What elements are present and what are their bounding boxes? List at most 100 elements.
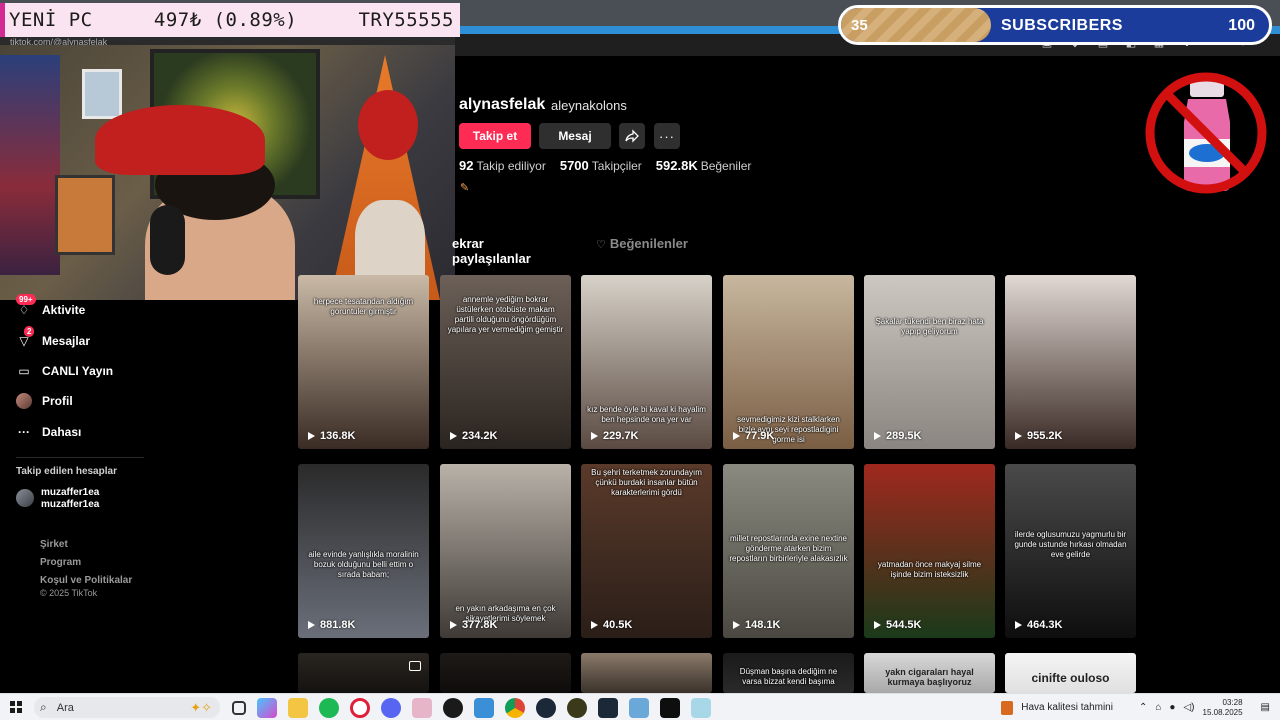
view-count-text: 229.7K [603,430,639,442]
video-card[interactable]: annemle yediğim bokrar üstülerken otobüs… [440,275,571,449]
search-icon: ⌕ [40,700,47,714]
share-icon [625,129,639,143]
microphone-icon[interactable]: ● [1169,702,1175,713]
sidebar-item-activity[interactable]: ♢ 99+ Aktivite [16,294,85,318]
chevron-up-icon[interactable]: ⌃ [1139,702,1147,713]
view-count: 955.2K [1015,430,1062,442]
followed-accounts-title: Takip edilen hesaplar [16,466,117,477]
tab-reposts[interactable]: ekrar paylaşılanlar [452,236,552,277]
sidebar-item-profile[interactable]: Profil [16,393,73,409]
video-card[interactable]: Şakalar tükendi ben biraz hata yapıp gel… [864,275,995,449]
heart-outline-icon: ♡ [596,239,606,251]
video-card[interactable]: yatmadan önce makyaj silme işinde bizim … [864,464,995,638]
video-card[interactable]: millet repostlarında exine nextine gönde… [723,464,854,638]
photo-icon [409,661,421,671]
obs-icon[interactable] [443,698,463,718]
search-placeholder: Ara [56,701,74,714]
followed-account[interactable]: muzaffer1ea muzaffer1ea [16,487,99,511]
footer-link-company[interactable]: Şirket [40,536,132,554]
network-icon[interactable]: ⌂ [1155,702,1161,713]
video-card[interactable] [298,653,429,693]
follow-button[interactable]: Takip et [459,123,531,149]
app-icon[interactable] [474,698,494,718]
play-icon [1015,432,1022,440]
tab-liked[interactable]: ♡ Beğenilenler [596,236,688,277]
video-caption: Şakalar tükendi ben biraz hata yapıp gel… [875,317,984,336]
sidebar-footer-links: Şirket Program Koşul ve Politikalar [40,536,132,590]
video-card[interactable]: 955.2K [1005,275,1136,449]
file-explorer-icon[interactable] [288,698,308,718]
weather-text[interactable]: Hava kalitesi tahmini [1021,702,1113,713]
clock[interactable]: 03:28 15.08.2025 [1203,698,1243,718]
footer-link-program[interactable]: Program [40,554,132,572]
more-options-button[interactable]: ··· [654,123,680,149]
following-stat[interactable]: 92 Takip ediliyor [459,158,546,173]
weather-icon[interactable] [1001,700,1014,715]
taskbar-search[interactable]: ⌕ Ara ✦✧ [34,697,220,718]
video-caption: ilerde oglusumuzu yagmurlu bir gunde ust… [1014,530,1127,559]
app-icon[interactable] [567,698,587,718]
app-icon[interactable] [412,698,432,718]
message-button[interactable]: Mesaj [539,123,611,149]
share-button[interactable] [619,123,645,149]
screen: ▣ ◆ ▤ ◧ ▦ ✚ ≡ ● YENİ PC 497₺ (0.89%) TRY… [0,0,1280,720]
ellipsis-icon: ··· [659,128,675,144]
video-card[interactable]: Düşman başına dediğim ne varsa bizzat ke… [723,653,854,693]
opera-icon[interactable] [350,698,370,718]
video-card[interactable]: aile evinde yanlışlıkla moralinin bozuk … [298,464,429,638]
profile-stats: 92 Takip ediliyor 5700 Takipçiler 592.8K Be… [459,158,751,173]
view-count: 148.1K [733,619,780,631]
spotify-icon[interactable] [319,698,339,718]
video-card[interactable]: cinifte ouloso [1005,653,1136,693]
volume-icon[interactable]: ◁) [1183,702,1194,713]
view-count: 289.5K [874,430,921,442]
taskbar-apps [232,698,711,718]
wall-poster [0,55,60,275]
sidebar-item-messages[interactable]: ▽ 2 Mesajlar [16,326,90,349]
copilot-icon[interactable] [257,698,277,718]
profile-avatar-icon [16,393,32,409]
video-card[interactable]: Bu şehri terketmek zorundayım çünkü burd… [581,464,712,638]
app-icon[interactable] [691,698,711,718]
view-count: 377.8K [450,619,497,631]
app-icon[interactable] [629,698,649,718]
followers-stat[interactable]: 5700 Takipçiler [560,158,642,173]
steam-client-icon[interactable] [598,698,618,718]
play-icon [308,432,315,440]
profile-nickname: aleynakolons [551,98,627,113]
play-icon [450,621,457,629]
view-count-text: 881.8K [320,619,356,631]
video-card[interactable]: herpece tesatandan aldığım goruntuler gi… [298,275,429,449]
view-count: 234.2K [450,430,497,442]
donation-goal-name: YENİ PC [9,9,93,31]
video-card[interactable]: kız bende öyle bi kaval ki hayalim ben h… [581,275,712,449]
play-icon [1015,621,1022,629]
sidebar-item-live[interactable]: ▭ CANLI Yayın [16,363,113,379]
sidebar-item-more[interactable]: ··· Dahası [16,424,81,440]
steam-icon[interactable] [536,698,556,718]
sidebar-item-label: CANLI Yayın [42,364,114,378]
view-count-text: 377.8K [462,619,498,631]
video-card[interactable]: yakn cigaraları hayal kurmaya başlıyoruz [864,653,995,693]
profile-username: alynasfelak [459,96,546,113]
video-caption: annemle yediğim bokrar üstülerken otobüs… [447,295,564,334]
video-card[interactable] [581,653,712,693]
terminal-icon[interactable] [660,698,680,718]
video-card[interactable]: en yakın arkadaşıma en çok şikayetlerimi… [440,464,571,638]
video-card[interactable]: ilerde oglusumuzu yagmurlu bir gunde ust… [1005,464,1136,638]
start-button[interactable] [10,701,22,713]
windows-taskbar: ⌕ Ara ✦✧ Hava kalitesi tahmini ⌃ ⌂ ● ◁) … [0,693,1280,720]
video-card[interactable] [440,653,571,693]
discord-icon[interactable] [381,698,401,718]
notification-icon[interactable]: ▤ [1261,702,1270,713]
task-view-icon[interactable] [232,701,246,715]
bio-pencil-icon: ✎ [460,182,470,194]
chrome-icon[interactable] [505,698,525,718]
video-caption: millet repostlarında exine nextine gönde… [729,534,848,563]
view-count: 881.8K [308,619,355,631]
video-card[interactable]: sevmedigimiz kizi stalklarken bizle aynı… [723,275,854,449]
sidebar-item-label: Dahası [42,425,82,439]
view-count: 136.8K [308,430,355,442]
clock-date: 15.08.2025 [1202,707,1243,717]
followed-account-handle: muzaffer1ea [41,499,100,510]
